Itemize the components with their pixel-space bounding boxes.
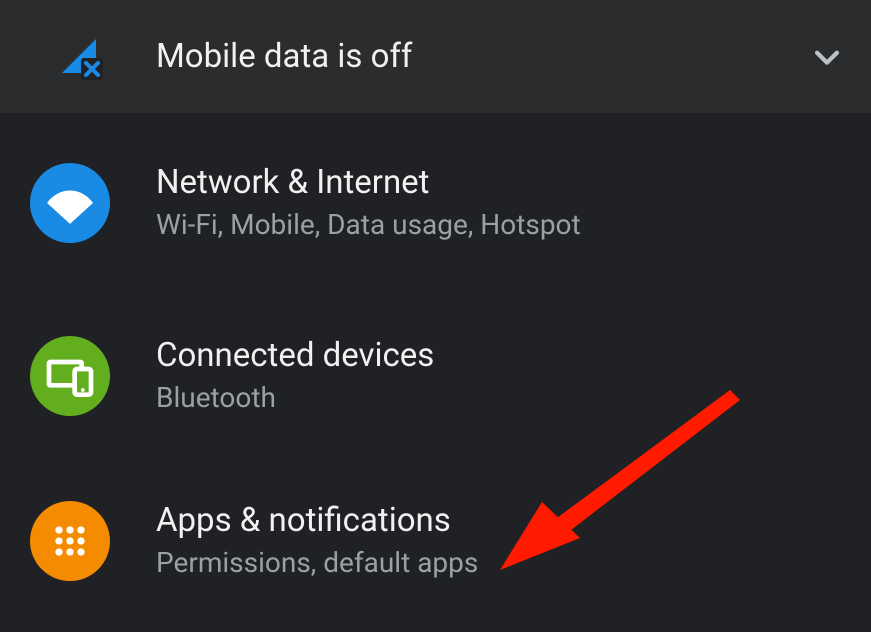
apps-grid-icon [30, 501, 110, 581]
mobile-data-off-icon [50, 27, 110, 87]
wifi-icon [30, 163, 110, 243]
row-title: Network & Internet [156, 162, 581, 203]
row-subtitle: Permissions, default apps [156, 544, 478, 582]
row-title: Apps & notifications [156, 500, 478, 541]
chevron-down-icon[interactable] [807, 37, 847, 77]
row-title: Connected devices [156, 335, 434, 376]
settings-list: Network & Internet Wi-Fi, Mobile, Data u… [0, 113, 871, 623]
row-apps-notifications[interactable]: Apps & notifications Permissions, defaul… [0, 459, 871, 623]
devices-icon [30, 336, 110, 416]
row-subtitle: Bluetooth [156, 379, 434, 417]
banner-title: Mobile data is off [156, 37, 412, 76]
mobile-data-banner[interactable]: Mobile data is off [0, 0, 871, 113]
row-subtitle: Wi-Fi, Mobile, Data usage, Hotspot [156, 206, 581, 244]
row-connected-devices[interactable]: Connected devices Bluetooth [0, 293, 871, 459]
row-network-internet[interactable]: Network & Internet Wi-Fi, Mobile, Data u… [0, 113, 871, 293]
